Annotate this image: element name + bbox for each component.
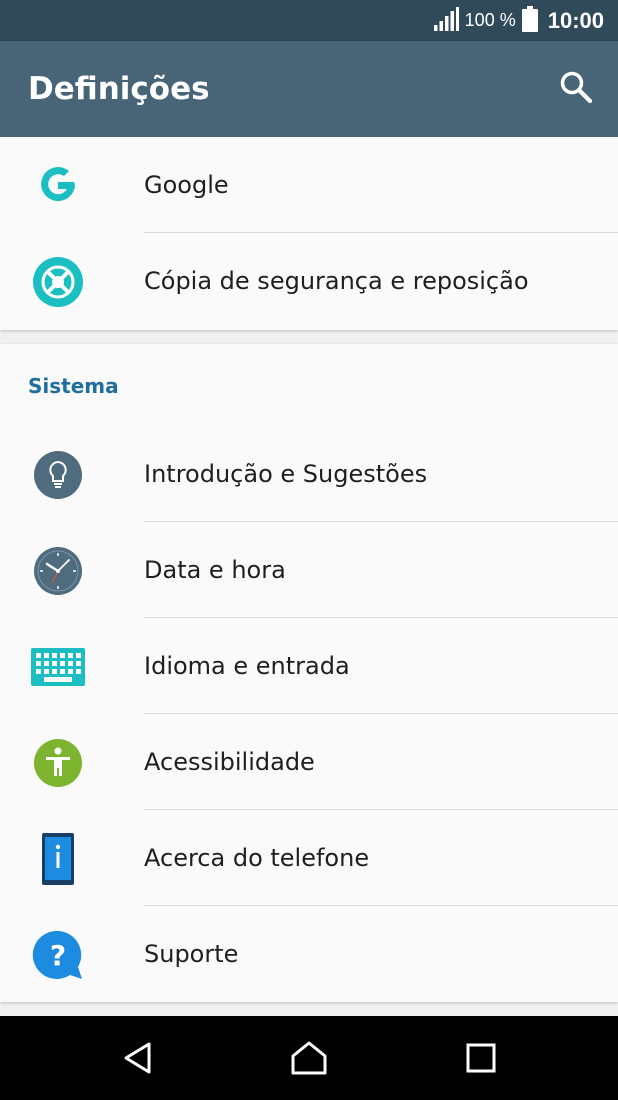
settings-item-label: Idioma e entrada (144, 652, 350, 680)
settings-item-label: Suporte (144, 940, 239, 968)
support-icon: ? (30, 927, 86, 983)
settings-item-label: Data e hora (144, 556, 286, 584)
battery-percent: 100 % (464, 10, 516, 30)
recents-icon (466, 1043, 496, 1077)
signal-icon (433, 6, 459, 35)
settings-item-support[interactable]: ? Suporte (0, 906, 618, 1002)
app-bar: Definições (0, 41, 618, 137)
settings-item-about-phone[interactable]: Acerca do telefone (0, 810, 618, 906)
status-time: 10:00 (547, 7, 604, 33)
home-button[interactable] (279, 1030, 339, 1090)
section-header-system: Sistema (28, 374, 119, 398)
settings-card-system: Sistema Introdução e Sugestões Data e ho… (0, 344, 618, 1002)
home-icon (290, 1040, 328, 1080)
svg-text:?: ? (50, 939, 66, 972)
settings-item-language-input[interactable]: Idioma e entrada (0, 618, 618, 714)
phone-info-icon (30, 831, 86, 887)
settings-card-top: Google Cópia de segurança e reposição (0, 137, 618, 330)
google-icon (30, 158, 86, 214)
search-button[interactable] (554, 67, 598, 111)
settings-item-google[interactable]: Google (0, 137, 618, 233)
accessibility-icon (30, 735, 86, 791)
back-icon (121, 1041, 155, 1079)
clock-icon (30, 543, 86, 599)
settings-item-date-time[interactable]: Data e hora (0, 522, 618, 618)
back-button[interactable] (108, 1030, 168, 1090)
backup-reset-icon (30, 254, 86, 310)
settings-item-backup-reset[interactable]: Cópia de segurança e reposição (0, 233, 618, 329)
settings-item-label: Introdução e Sugestões (144, 460, 428, 488)
keyboard-icon (30, 639, 86, 695)
page-title: Definições (28, 71, 210, 107)
settings-item-accessibility[interactable]: Acessibilidade (0, 714, 618, 810)
settings-item-label: Google (144, 171, 229, 199)
navigation-bar (0, 1016, 618, 1100)
settings-item-label: Cópia de segurança e reposição (144, 267, 529, 295)
battery-icon (521, 5, 538, 36)
recents-button[interactable] (451, 1030, 511, 1090)
status-indicators: 100 % 10:00 (433, 0, 604, 41)
lightbulb-icon (30, 447, 86, 503)
status-bar: 100 % 10:00 (0, 0, 618, 41)
settings-item-intro-tips[interactable]: Introdução e Sugestões (0, 426, 618, 522)
search-icon (559, 70, 593, 108)
settings-item-label: Acessibilidade (144, 748, 315, 776)
settings-item-label: Acerca do telefone (144, 844, 370, 872)
